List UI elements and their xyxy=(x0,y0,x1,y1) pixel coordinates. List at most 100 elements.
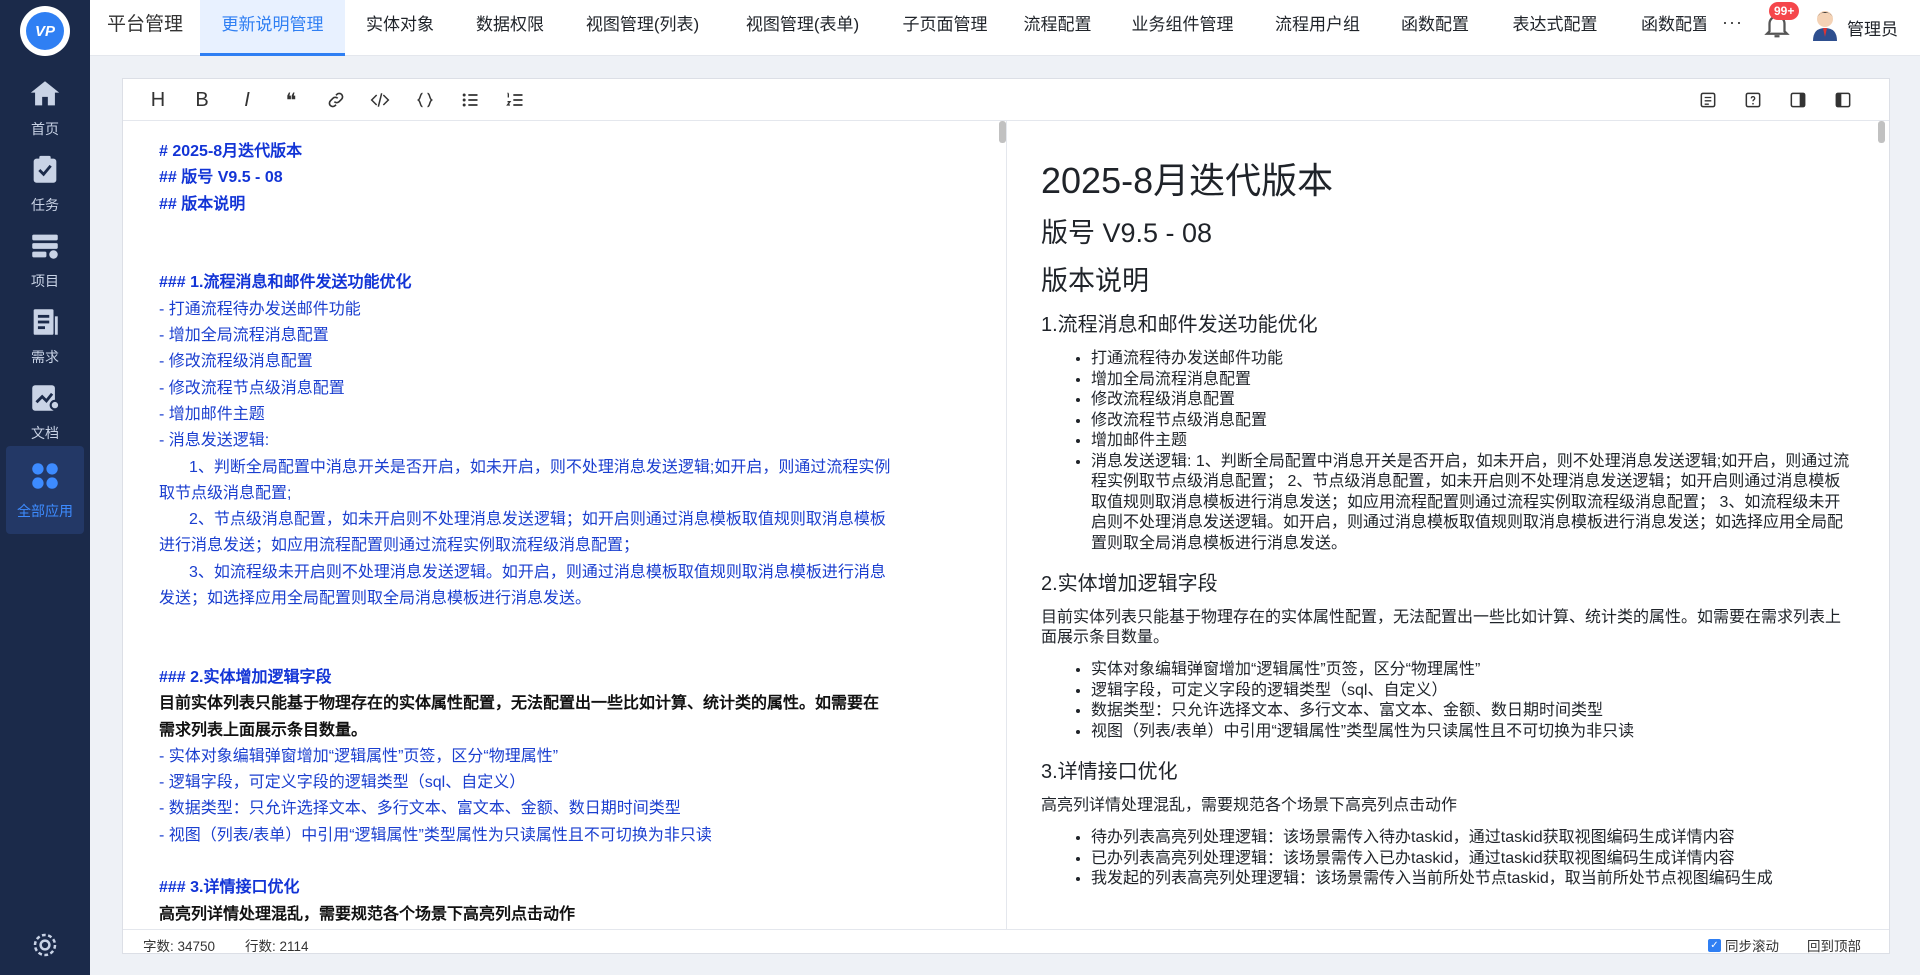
preview-h3: 2.实体增加逻辑字段 xyxy=(1041,573,1218,595)
split-left-icon xyxy=(1835,92,1851,108)
list-item: 打通流程待办发送邮件功能 xyxy=(1091,349,1851,370)
source-line: - 增加邮件主题 xyxy=(159,405,265,423)
list-item: 增加全局流程消息配置 xyxy=(1091,370,1851,391)
tab-business-components[interactable]: 业务组件管理 xyxy=(1110,0,1255,56)
source-blank-line xyxy=(159,849,959,875)
preview-h3: 3.详情接口优化 xyxy=(1041,761,1178,783)
italic-button[interactable]: I xyxy=(234,87,260,113)
ordered-list-button[interactable] xyxy=(502,87,528,113)
apps-icon xyxy=(32,463,58,489)
sidebar-item-label: 项目 xyxy=(31,273,59,289)
line-count: 行数: 2114 xyxy=(245,939,309,954)
tab-view-form[interactable]: 视图管理(表单) xyxy=(720,0,885,56)
help-button[interactable] xyxy=(1740,87,1766,113)
app-logo[interactable]: VP xyxy=(20,6,70,56)
tab-expression-config[interactable]: 表达式配置 xyxy=(1490,0,1620,56)
source-line: 目前实体列表只能基于物理存在的实体属性配置，无法配置出一些比如计算、统计类的属性… xyxy=(159,695,880,713)
markdown-preview-pane[interactable]: 2025-8月迭代版本 版号 V9.5 - 08 版本说明 1.流程消息和邮件发… xyxy=(1008,121,1889,929)
quote-button[interactable]: ❝ xyxy=(278,87,304,113)
list-item: 增加邮件主题 xyxy=(1091,431,1851,452)
source-line: - 数据类型：只允许选择文本、多行文本、富文本、金额、数日期时间类型 xyxy=(159,800,681,818)
preview-list: 打通流程待办发送邮件功能 增加全局流程消息配置 修改流程级消息配置 修改流程节点… xyxy=(1041,349,1851,554)
link-button[interactable] xyxy=(323,87,349,113)
list-item: 修改流程节点级消息配置 xyxy=(1091,411,1851,432)
gear-icon[interactable] xyxy=(30,930,60,960)
sidebar-item-requirements[interactable]: 需求 xyxy=(6,292,84,380)
source-blank-line xyxy=(159,218,959,244)
tab-entity-objects[interactable]: 实体对象 xyxy=(345,0,455,56)
source-line: - 修改流程节点级消息配置 xyxy=(159,379,345,397)
heading-button[interactable]: H xyxy=(145,87,171,113)
code-icon xyxy=(370,93,390,107)
source-blank-line xyxy=(159,612,959,638)
source-scrollbar[interactable] xyxy=(999,121,1006,143)
list-item: 数据类型：只允许选择文本、多行文本、富文本、金额、数日期时间类型 xyxy=(1091,701,1851,722)
tab-strip: 平台管理 更新说明管理 实体对象 数据权限 视图管理(列表) 视图管理(表单) … xyxy=(90,0,1706,56)
list-item: 待办列表高亮列处理逻辑：该场景需传入待办taskid，通过taskid获取视图编… xyxy=(1091,828,1851,849)
source-line: - 打通流程待办发送邮件功能 xyxy=(159,300,361,318)
list-item: 已办列表高亮列处理逻辑：该场景需传入已办taskid，通过taskid获取视图编… xyxy=(1091,849,1851,870)
source-line: # 2025-8月迭代版本 xyxy=(159,143,303,160)
tab-function-config[interactable]: 函数配置 xyxy=(1380,0,1490,56)
editor-status-bar: 字数: 34750 行数: 2114 ✓ 同步滚动 回到顶部 xyxy=(123,929,1889,955)
markdown-source-text[interactable]: # 2025-8月迭代版本 ## 版号 V9.5 - 08 ## 版本说明 ##… xyxy=(159,139,959,928)
source-line: 高亮列详情处理混乱，需要规范各个场景下高亮列点击动作 xyxy=(159,905,576,923)
list-item: 逻辑字段，可定义字段的逻辑类型（sql、自定义） xyxy=(1091,681,1851,702)
toc-button[interactable] xyxy=(1695,87,1721,113)
source-line: - 逻辑字段，可定义字段的逻辑类型（sql、自定义） xyxy=(159,774,526,792)
list-item: 视图（列表/表单）中引用“逻辑属性”类型属性为只读属性且不可切换为非只读 xyxy=(1091,722,1851,743)
sidebar-item-label: 任务 xyxy=(31,197,59,213)
sidebar-item-label: 全部应用 xyxy=(17,503,73,519)
tab-data-permissions[interactable]: 数据权限 xyxy=(455,0,565,56)
list-item: 消息发送逻辑: 1、判断全局配置中消息开关是否开启，如未开启，则不处理消息发送逻… xyxy=(1091,452,1851,555)
code-block-button[interactable] xyxy=(412,87,438,113)
unordered-list-button[interactable] xyxy=(457,87,483,113)
tab-release-notes[interactable]: 更新说明管理 xyxy=(200,0,345,56)
sidebar-item-home[interactable]: 首页 xyxy=(6,64,84,152)
preview-scrollbar[interactable] xyxy=(1878,121,1885,143)
markdown-editor: H B I ❝ # 2025-8月迭代版本 ## 版号 V9.5 - 08 ##… xyxy=(122,78,1890,954)
more-tabs-button[interactable]: ··· xyxy=(1722,12,1743,33)
source-line: 2、节点级消息配置，如未开启则不处理消息发送逻辑；如开启则通过消息模板取值规则取… xyxy=(189,511,886,529)
source-line: 3、如流程级未开启则不处理消息发送逻辑。如开启，则通过消息模板取值规则取消息模板… xyxy=(189,563,886,581)
tab-workflow-config[interactable]: 流程配置 xyxy=(1005,0,1110,56)
source-line: 取节点级消息配置; xyxy=(159,484,292,502)
tab-workflow-user-groups[interactable]: 流程用户组 xyxy=(1255,0,1380,56)
checkbox-checked-icon: ✓ xyxy=(1708,938,1721,952)
tab-function-config-2[interactable]: 函数配置 xyxy=(1620,0,1706,56)
preview-h3: 1.流程消息和邮件发送功能优化 xyxy=(1041,314,1318,336)
notification-badge: 99+ xyxy=(1769,2,1800,20)
preview-h1: 2025-8月迭代版本 xyxy=(1041,160,1334,201)
tab-subpage-admin[interactable]: 子页面管理 xyxy=(885,0,1005,56)
split-right-icon xyxy=(1790,92,1806,108)
tab-platform-admin[interactable]: 平台管理 xyxy=(90,0,200,56)
sidebar-item-all-apps[interactable]: 全部应用 xyxy=(6,446,84,534)
link-icon xyxy=(328,92,344,108)
sidebar-item-projects[interactable]: 项目 xyxy=(6,216,84,304)
preview-only-button[interactable] xyxy=(1785,87,1811,113)
preview-h2: 版号 V9.5 - 08 xyxy=(1041,218,1213,248)
document-icon xyxy=(32,385,61,411)
source-line: 需求列表上面展示条目数量。 xyxy=(159,721,368,739)
user-name[interactable]: 管理员 xyxy=(1847,15,1898,40)
project-icon xyxy=(32,234,58,259)
sidebar-item-tasks[interactable]: 任务 xyxy=(6,140,84,228)
sync-scroll-toggle[interactable]: ✓ 同步滚动 xyxy=(1708,935,1779,955)
source-blank-line xyxy=(159,244,959,270)
sidebar-item-label: 首页 xyxy=(31,121,59,137)
back-to-top-link[interactable]: 回到顶部 xyxy=(1807,935,1861,955)
editor-only-button[interactable] xyxy=(1830,87,1856,113)
source-line: - 增加全局流程消息配置 xyxy=(159,327,329,345)
markdown-source-pane[interactable]: # 2025-8月迭代版本 ## 版号 V9.5 - 08 ## 版本说明 ##… xyxy=(123,121,1007,929)
task-icon xyxy=(33,155,57,183)
source-line: - 修改流程级消息配置 xyxy=(159,353,313,371)
source-line: - 消息发送逻辑: xyxy=(159,432,270,450)
bold-button[interactable]: B xyxy=(189,87,215,113)
code-button[interactable] xyxy=(367,87,393,113)
sidebar-item-docs[interactable]: 文档 xyxy=(6,368,84,456)
logo-mark: VP xyxy=(26,12,64,50)
avatar[interactable] xyxy=(1810,7,1840,41)
tab-view-list[interactable]: 视图管理(列表) xyxy=(565,0,720,56)
requirement-icon xyxy=(33,309,58,335)
source-line: - 实体对象编辑弹窗增加“逻辑属性”页签，区分“物理属性” xyxy=(159,747,559,765)
